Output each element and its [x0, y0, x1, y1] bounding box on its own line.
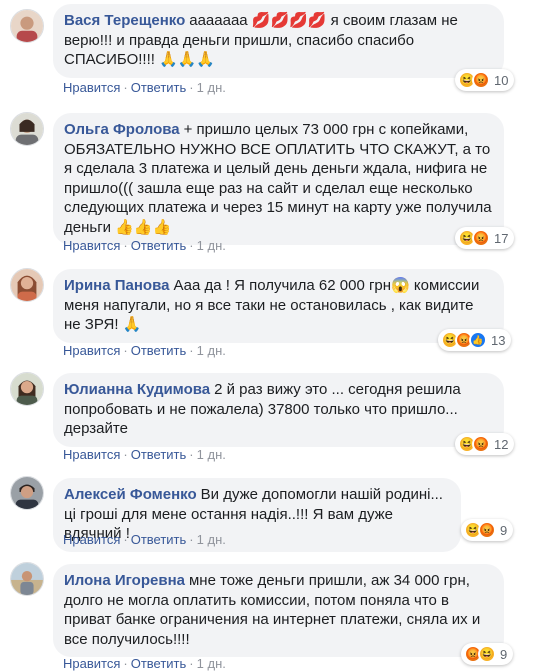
comment-bubble: Ольга Фролова + пришло целых 73 000 грн с… [53, 113, 504, 245]
comment-timestamp[interactable]: 1 дн. [197, 343, 226, 358]
comment-bubble: Вася Терещенко ааааааа 💋💋💋💋 я своим глаза… [53, 4, 504, 78]
comment-timestamp[interactable]: 1 дн. [197, 656, 226, 671]
reply-button[interactable]: Ответить [131, 343, 187, 358]
reaction-count: 9 [500, 522, 508, 538]
angry-icon: 😡 [472, 229, 490, 247]
comment-timestamp[interactable]: 1 дн. [197, 447, 226, 462]
reaction-count: 9 [500, 646, 508, 662]
comment-author[interactable]: Вася Терещенко [64, 12, 185, 29]
comment-actions: Нравится · Ответить · 1 дн. [63, 343, 226, 358]
reply-button[interactable]: Ответить [131, 238, 187, 253]
like-button[interactable]: Нравится [63, 656, 120, 671]
comment-actions: Нравится · Ответить · 1 дн. [63, 447, 226, 462]
angry-icon: 😡 [472, 71, 490, 89]
reply-button[interactable]: Ответить [131, 532, 187, 547]
comment-text: + пришло целых 73 000 грн с копейками, О… [64, 121, 492, 236]
reaction-count: 10 [494, 72, 509, 88]
comment-timestamp[interactable]: 1 дн. [197, 238, 226, 253]
reaction-summary[interactable]: 😆 😡 10 [455, 69, 515, 91]
reaction-summary[interactable]: 😡 😆 9 [461, 643, 514, 665]
reaction-summary[interactable]: 😆 😡 9 [461, 519, 514, 541]
angry-icon: 😡 [472, 435, 490, 453]
comment-timestamp[interactable]: 1 дн. [197, 80, 226, 95]
comment-actions: Нравится · Ответить · 1 дн. [63, 532, 226, 547]
comment-author[interactable]: Алексей Фоменко [64, 486, 197, 503]
like-button[interactable]: Нравится [63, 238, 120, 253]
avatar[interactable] [10, 562, 44, 596]
reply-button[interactable]: Ответить [131, 447, 187, 462]
comment-actions: Нравится · Ответить · 1 дн. [63, 656, 226, 671]
comment-bubble: Ирина Панова Ааа да ! Я получила 62 000 г… [53, 269, 504, 343]
avatar[interactable] [10, 268, 44, 302]
comment-author[interactable]: Илона Игоревна [64, 572, 185, 589]
comment-author[interactable]: Ольга Фролова [64, 121, 180, 138]
avatar[interactable] [10, 112, 44, 146]
angry-icon: 😡 [478, 521, 496, 539]
avatar[interactable] [10, 9, 44, 43]
reaction-summary[interactable]: 😆 😡 12 [455, 433, 515, 455]
comment-bubble: Илона Игоревна мне тоже деньги пришли, аж… [53, 564, 504, 657]
like-icon: 👍 [469, 331, 487, 349]
like-button[interactable]: Нравится [63, 532, 120, 547]
avatar[interactable] [10, 476, 44, 510]
avatar[interactable] [10, 372, 44, 406]
comment-actions: Нравится · Ответить · 1 дн. [63, 80, 226, 95]
comment-author[interactable]: Ирина Панова [64, 277, 169, 294]
comment-timestamp[interactable]: 1 дн. [197, 532, 226, 547]
reaction-summary[interactable]: 😆 😡 👍 13 [438, 329, 512, 351]
haha-icon: 😆 [478, 645, 496, 663]
comment-actions: Нравится · Ответить · 1 дн. [63, 238, 226, 253]
comment-author[interactable]: Юлианна Кудимова [64, 381, 210, 398]
reaction-count: 13 [491, 332, 506, 348]
comment-bubble: Юлианна Кудимова 2 й раз вижу это ... сег… [53, 373, 504, 447]
reaction-count: 17 [494, 230, 509, 246]
reaction-count: 12 [494, 436, 509, 452]
reply-button[interactable]: Ответить [131, 80, 187, 95]
like-button[interactable]: Нравится [63, 80, 120, 95]
reply-button[interactable]: Ответить [131, 656, 187, 671]
like-button[interactable]: Нравится [63, 447, 120, 462]
like-button[interactable]: Нравится [63, 343, 120, 358]
reaction-summary[interactable]: 😆 😡 17 [455, 227, 515, 249]
